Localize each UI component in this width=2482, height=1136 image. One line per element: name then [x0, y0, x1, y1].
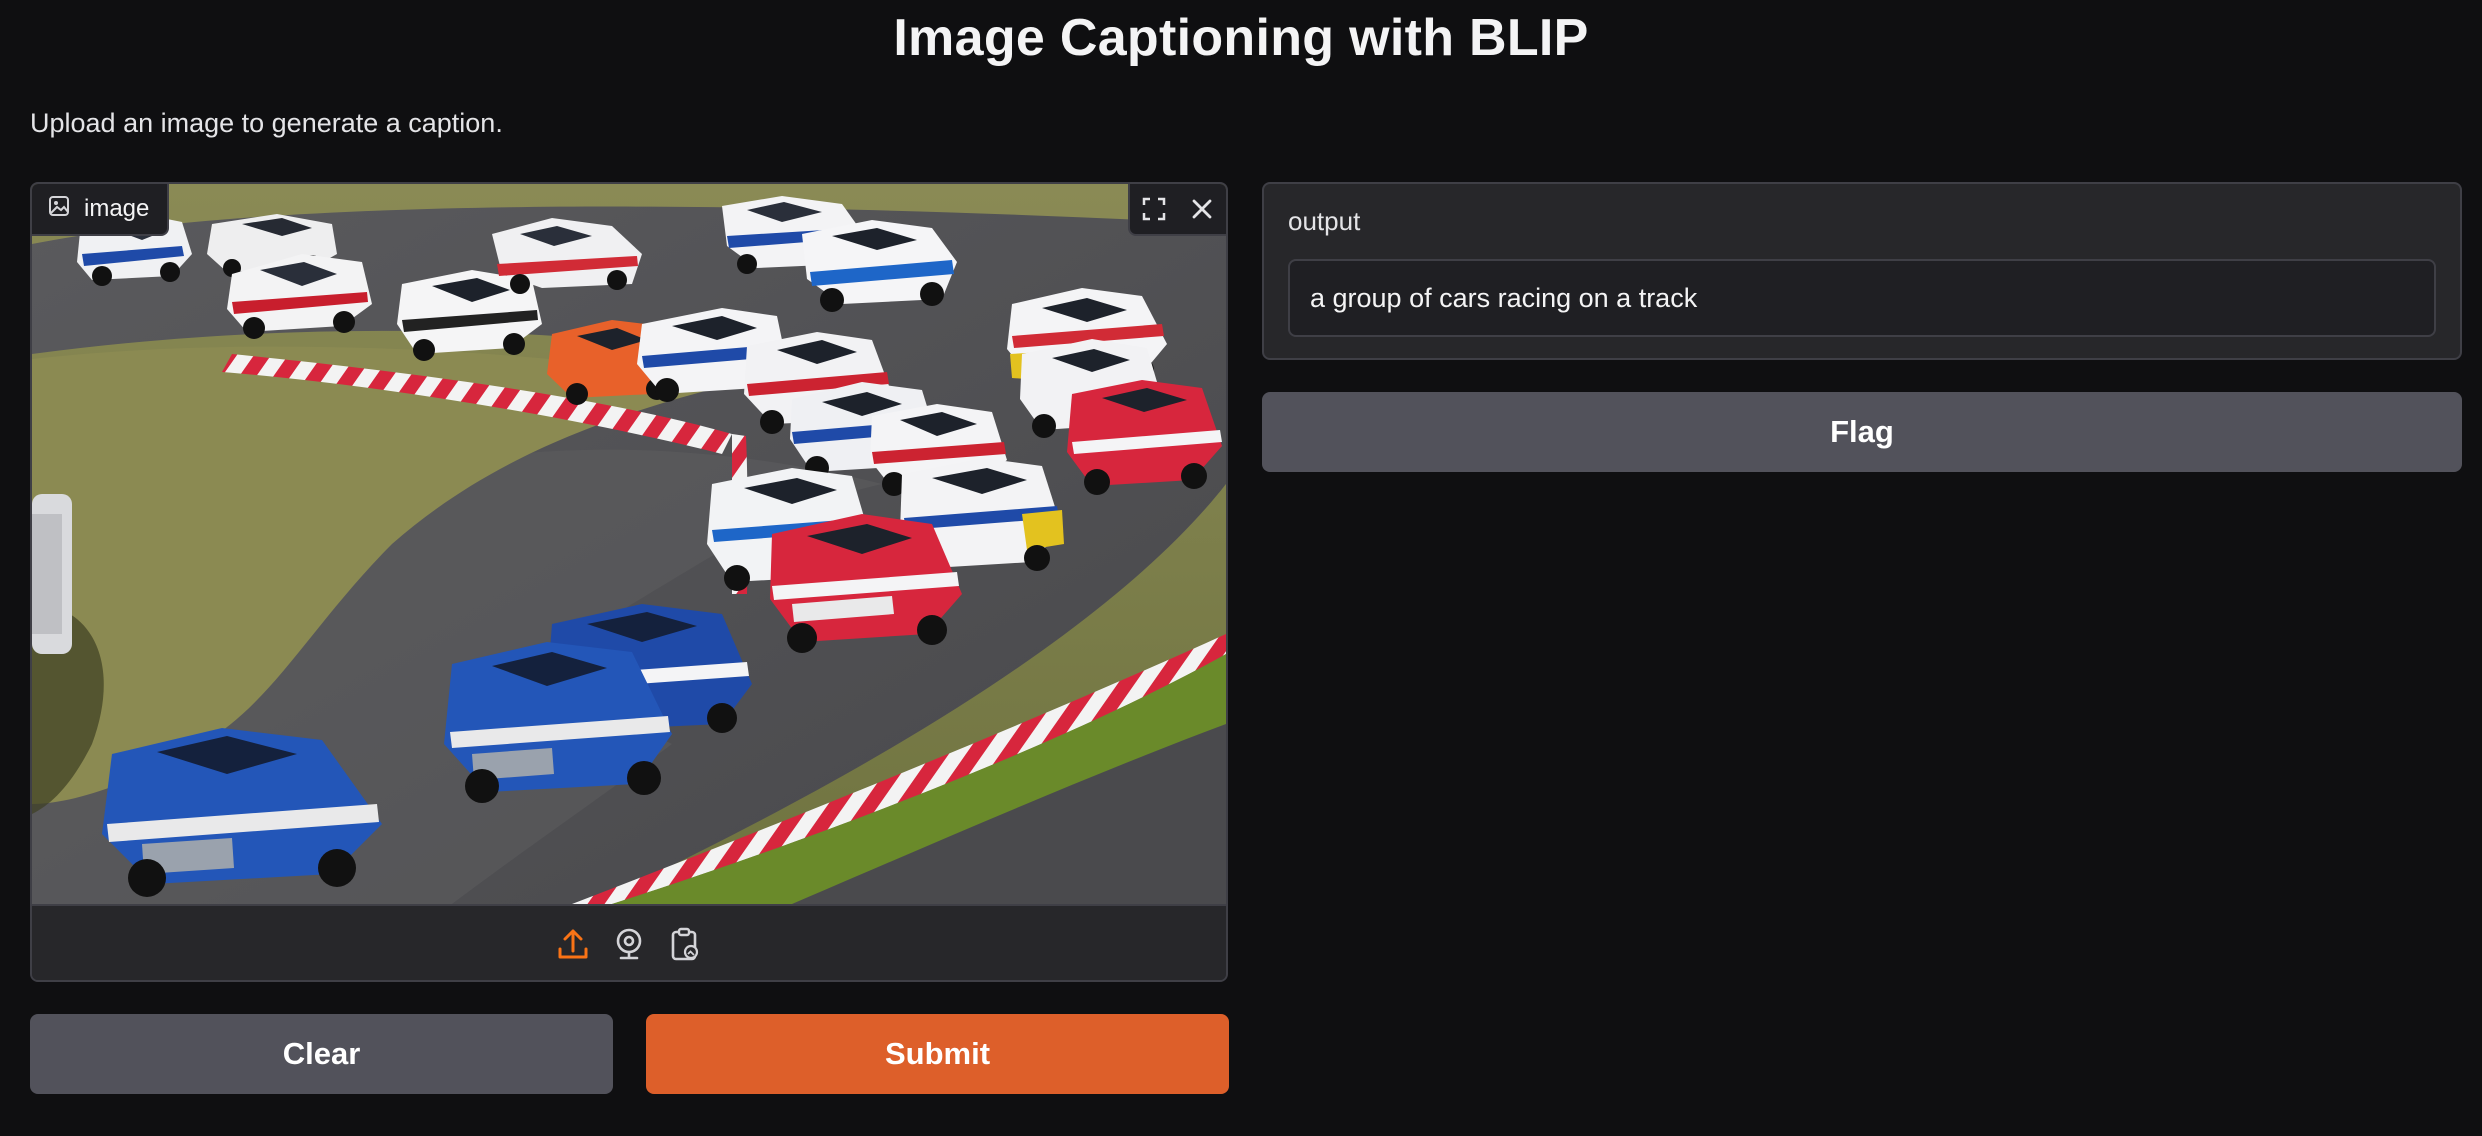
submit-button[interactable]: Submit: [646, 1014, 1229, 1094]
clear-button[interactable]: Clear: [30, 1014, 613, 1094]
clipboard-icon[interactable]: [667, 924, 703, 964]
uploaded-image[interactable]: [32, 184, 1226, 904]
webcam-icon[interactable]: [611, 924, 647, 964]
output-panel: output a group of cars racing on a track: [1262, 182, 2462, 360]
image-controls: [1128, 184, 1226, 236]
image-input-panel: image: [30, 182, 1228, 982]
page-description: Upload an image to generate a caption.: [30, 108, 503, 138]
output-label: output: [1288, 206, 1361, 236]
image-label-text: image: [84, 195, 150, 222]
race-cars-photo: [32, 184, 1226, 904]
flag-button[interactable]: Flag: [1262, 392, 2462, 472]
image-source-bar: [32, 904, 1226, 980]
upload-icon[interactable]: [555, 924, 591, 964]
page-title: Image Captioning with BLIP: [893, 9, 1589, 67]
output-textbox[interactable]: a group of cars racing on a track: [1288, 259, 2436, 337]
image-icon: [48, 195, 70, 224]
fullscreen-icon[interactable]: [1130, 185, 1178, 233]
close-icon[interactable]: [1178, 185, 1226, 233]
image-input-label: image: [32, 184, 170, 236]
